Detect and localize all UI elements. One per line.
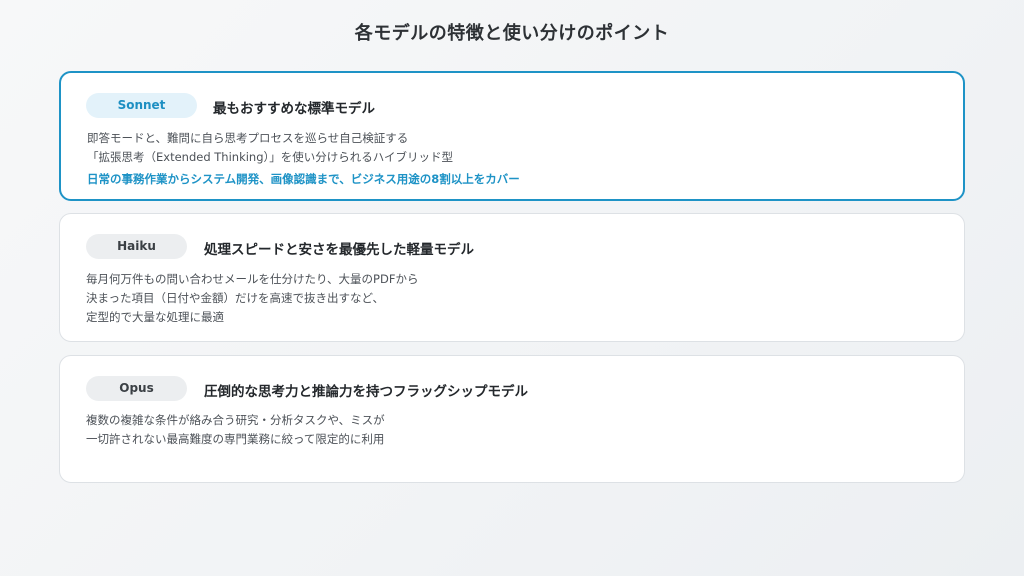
- model-badge-sonnet: Sonnet: [86, 93, 197, 118]
- card-heading: 最もおすすめな標準モデル: [213, 101, 375, 117]
- model-card-haiku: Haiku 処理スピードと安さを最優先した軽量モデル 毎月何万件もの問い合わせメ…: [59, 213, 965, 342]
- card-heading: 処理スピードと安さを最優先した軽量モデル: [204, 242, 474, 258]
- description-line: 複数の複雑な条件が絡み合う研究・分析タスクや、ミスが: [86, 413, 385, 427]
- card-heading: 圧倒的な思考力と推論力を持つフラッグシップモデル: [204, 384, 528, 400]
- card-description: 毎月何万件もの問い合わせメールを仕分けたり、大量のPDFから 決まった項目（日付…: [86, 270, 418, 327]
- description-line: 毎月何万件もの問い合わせメールを仕分けたり、大量のPDFから: [86, 272, 419, 286]
- card-description: 即答モードと、難問に自ら思考プロセスを巡らせ自己検証する 「拡張思考（Exten…: [87, 129, 453, 167]
- description-line: 「拡張思考（Extended Thinking）」を使い分けられるハイブリッド型: [87, 150, 454, 164]
- model-badge-opus: Opus: [86, 376, 187, 401]
- model-card-sonnet: Sonnet 最もおすすめな標準モデル 即答モードと、難問に自ら思考プロセスを巡…: [59, 71, 965, 201]
- page-title: 各モデルの特徴と使い分けのポイント: [354, 23, 670, 44]
- card-description: 複数の複雑な条件が絡み合う研究・分析タスクや、ミスが 一切許されない最高難度の専…: [86, 411, 385, 449]
- description-line: 即答モードと、難問に自ら思考プロセスを巡らせ自己検証する: [87, 131, 409, 145]
- description-line: 決まった項目（日付や金額）だけを高速で抜き出すなど、: [86, 291, 384, 305]
- card-emphasis: 日常の事務作業からシステム開発、画像認識まで、ビジネス用途の8割以上をカバー: [87, 172, 520, 186]
- model-card-opus: Opus 圧倒的な思考力と推論力を持つフラッグシップモデル 複数の複雑な条件が絡…: [59, 355, 965, 483]
- description-line: 一切許されない最高難度の専門業務に絞って限定的に利用: [86, 432, 385, 446]
- description-line: 定型的で大量な処理に最適: [86, 310, 224, 324]
- model-badge-haiku: Haiku: [86, 234, 187, 259]
